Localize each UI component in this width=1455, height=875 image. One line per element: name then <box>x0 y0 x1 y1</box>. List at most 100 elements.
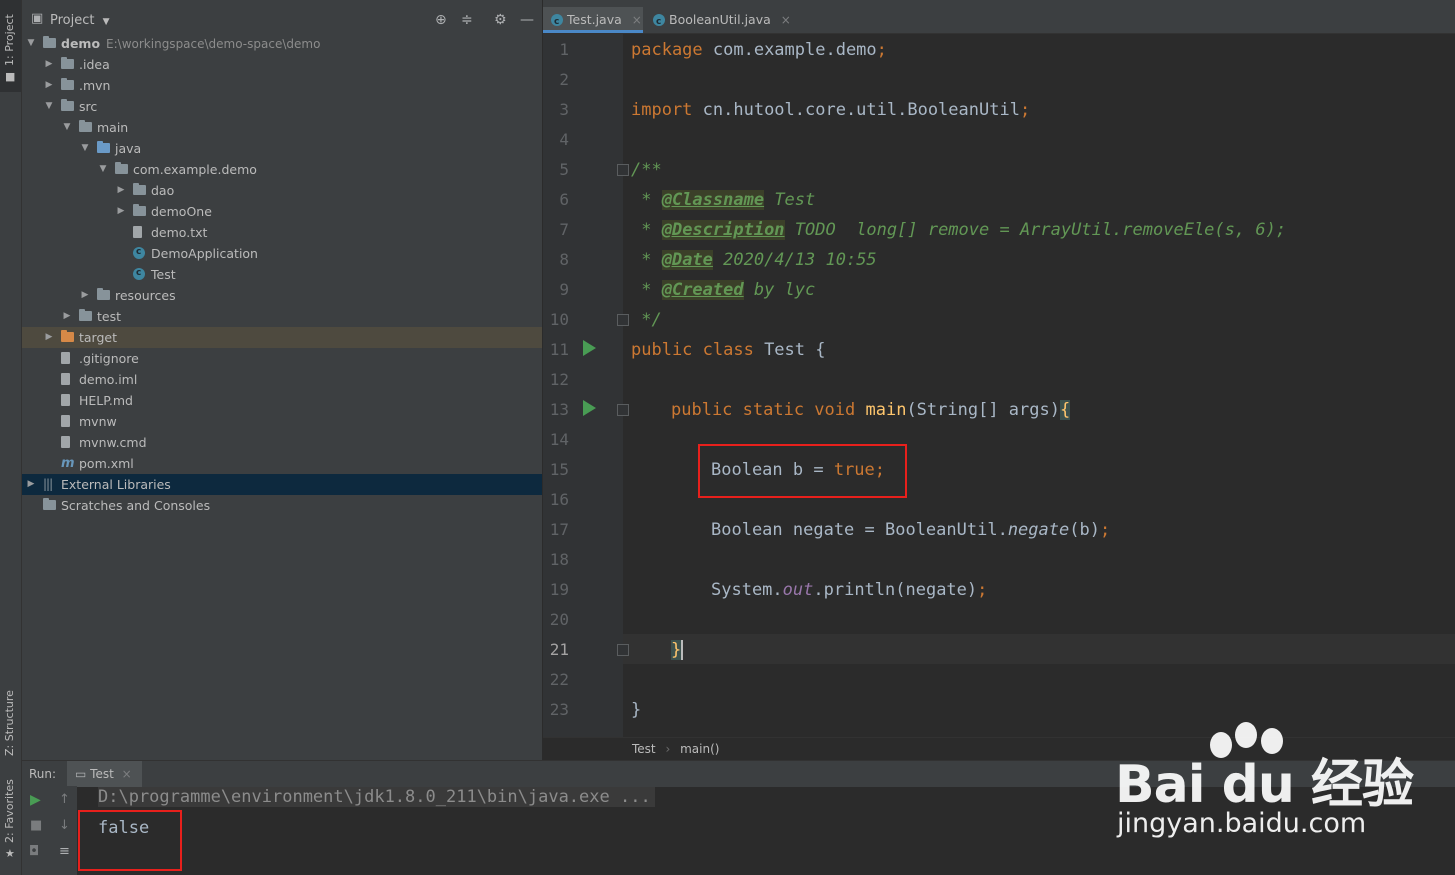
chevron-down-icon[interactable]: ▼ <box>62 117 72 138</box>
excluded-folder-icon <box>61 330 74 342</box>
fold-marker-icon[interactable] <box>617 314 629 326</box>
project-view-dropdown[interactable]: Project ▼ <box>50 13 110 28</box>
tree-item-label: demoOne <box>151 201 212 222</box>
chevron-down-icon[interactable]: ▼ <box>26 33 36 54</box>
tree-item[interactable]: Test <box>22 263 542 285</box>
run-gutter-icon[interactable] <box>583 400 596 416</box>
tool-tab-favorites[interactable]: 2: Favorites ★ <box>0 775 21 865</box>
breadcrumb-item-method[interactable]: main() <box>680 742 719 756</box>
tree-item[interactable]: ▶ demoOne <box>22 201 542 222</box>
tree-item-label: src <box>79 96 97 117</box>
code-text: Test { <box>753 340 826 360</box>
tree-item[interactable]: ▶ .mvn <box>22 75 542 96</box>
tree-item-name: pom.xml <box>79 456 134 471</box>
line-number: 17 <box>549 520 569 539</box>
tree-item[interactable]: ▼ demo E:\workingspace\demo-space\demo <box>22 33 542 54</box>
tree-item[interactable]: ▼ com.example.demo <box>22 159 542 180</box>
line-number: 8 <box>559 250 569 269</box>
arrow-down-icon[interactable]: ↓ <box>59 818 70 833</box>
tree-item[interactable]: mvnw <box>22 411 542 432</box>
tree-item-name: HELP.md <box>79 393 133 408</box>
tree-item[interactable]: ▶ dao <box>22 180 542 201</box>
editor-tab-booleanutil-java[interactable]: BooleanUtil.java × <box>645 7 809 35</box>
code-text: Boolean negate = BooleanUtil. <box>711 520 1008 540</box>
tree-item-label: target <box>79 327 117 348</box>
close-icon[interactable]: × <box>632 13 642 27</box>
java-class-icon <box>653 9 665 35</box>
folder-icon <box>61 99 74 111</box>
minimize-icon[interactable]: — <box>520 12 534 28</box>
chevron-right-icon[interactable]: ▶ <box>26 474 36 495</box>
comment-text: by lyc <box>743 280 816 300</box>
chevron-right-icon[interactable]: ▶ <box>80 285 90 306</box>
breadcrumb-item-class[interactable]: Test <box>632 742 656 756</box>
tree-item[interactable]: ▼ src <box>22 96 542 117</box>
gear-icon[interactable]: ⚙ <box>494 12 507 28</box>
run-gutter-icon[interactable] <box>583 340 596 356</box>
chevron-down-icon: ▼ <box>102 17 110 27</box>
chevron-right-icon[interactable]: ▶ <box>116 201 126 222</box>
tree-item[interactable]: m pom.xml <box>22 453 542 474</box>
tree-item-name: demoOne <box>151 204 212 219</box>
tree-item[interactable]: demo.iml <box>22 369 542 390</box>
locate-icon[interactable]: ⊕ <box>435 12 447 28</box>
file-icon <box>61 394 70 406</box>
chevron-right-icon[interactable]: ▶ <box>44 75 54 96</box>
javadoc-tag: @Date <box>661 250 713 270</box>
java-class-icon <box>551 9 563 35</box>
semicolon: ; <box>1099 520 1111 540</box>
chevron-right-icon[interactable]: ▶ <box>62 306 72 327</box>
method-name: main <box>865 400 907 420</box>
project-panel-header: ▣ Project ▼ ⊕ ≑ ⚙ — <box>22 7 542 33</box>
close-icon[interactable]: × <box>122 767 132 781</box>
tree-item[interactable]: ▶ resources <box>22 285 542 306</box>
chevron-right-icon[interactable]: ▶ <box>44 327 54 348</box>
line-number: 16 <box>549 490 569 509</box>
tree-item[interactable]: ▼ java <box>22 138 542 159</box>
folder-icon <box>43 36 56 48</box>
editor-tab-test-java[interactable]: Test.java × <box>543 7 643 35</box>
tool-tab-structure[interactable]: Z: Structure <box>0 670 21 760</box>
tree-item[interactable]: ▶ ||| External Libraries <box>22 474 542 495</box>
stop-icon[interactable]: ■ <box>30 818 42 833</box>
collapse-all-icon[interactable]: ≑ <box>461 12 473 28</box>
keyword: public static void <box>671 400 856 420</box>
chevron-right-icon[interactable]: ▶ <box>116 180 126 201</box>
run-tab-test[interactable]: ▭ Test × <box>67 761 142 787</box>
code-editor[interactable]: 1 2 3 4 5 6 7 8 9 10 11 12 13 14 15 16 17 18 19 20 21 22 23 pa… <box>543 34 1455 737</box>
chevron-down-icon[interactable]: ▼ <box>44 96 54 117</box>
code-line-11: public class Test { <box>631 340 825 360</box>
soft-wrap-icon[interactable]: ≡ <box>59 844 70 859</box>
tree-item[interactable]: ▶ test <box>22 306 542 327</box>
static-method: negate <box>1007 520 1070 540</box>
tree-item-label: mvnw.cmd <box>79 432 147 453</box>
tree-item[interactable]: mvnw.cmd <box>22 432 542 453</box>
camera-icon[interactable]: ◘ <box>29 844 39 859</box>
chevron-down-icon[interactable]: ▼ <box>98 159 108 180</box>
tree-item-label: main <box>97 117 128 138</box>
tree-item-name: demo <box>61 36 101 51</box>
tree-item[interactable]: ▶ target <box>22 327 542 348</box>
tree-item-label: demo E:\workingspace\demo-space\demo <box>61 33 320 55</box>
chevron-right-icon[interactable]: ▶ <box>44 54 54 75</box>
tool-tab-project[interactable]: 1: Project ■ <box>0 0 21 92</box>
arrow-up-icon[interactable]: ↑ <box>59 792 70 807</box>
fold-marker-icon[interactable] <box>617 164 629 176</box>
line-number: 9 <box>559 280 569 299</box>
tree-item[interactable]: DemoApplication <box>22 242 542 264</box>
tree-item-name: External Libraries <box>61 477 171 492</box>
rerun-icon[interactable]: ▶ <box>30 792 41 808</box>
tree-item[interactable]: HELP.md <box>22 390 542 411</box>
tree-item[interactable]: ▼ main <box>22 117 542 138</box>
fold-marker-icon[interactable] <box>617 404 629 416</box>
close-icon[interactable]: × <box>781 13 791 27</box>
chevron-down-icon[interactable]: ▼ <box>80 138 90 159</box>
tree-item-name: dao <box>151 183 175 198</box>
tree-item-label: com.example.demo <box>133 159 257 180</box>
tree-item[interactable]: demo.txt <box>22 222 542 243</box>
tree-item[interactable]: ▶ .idea <box>22 54 542 75</box>
line-number: 22 <box>549 670 569 689</box>
tree-item[interactable]: Scratches and Consoles <box>22 495 542 516</box>
tree-item[interactable]: .gitignore <box>22 348 542 369</box>
fold-marker-icon[interactable] <box>617 644 629 656</box>
